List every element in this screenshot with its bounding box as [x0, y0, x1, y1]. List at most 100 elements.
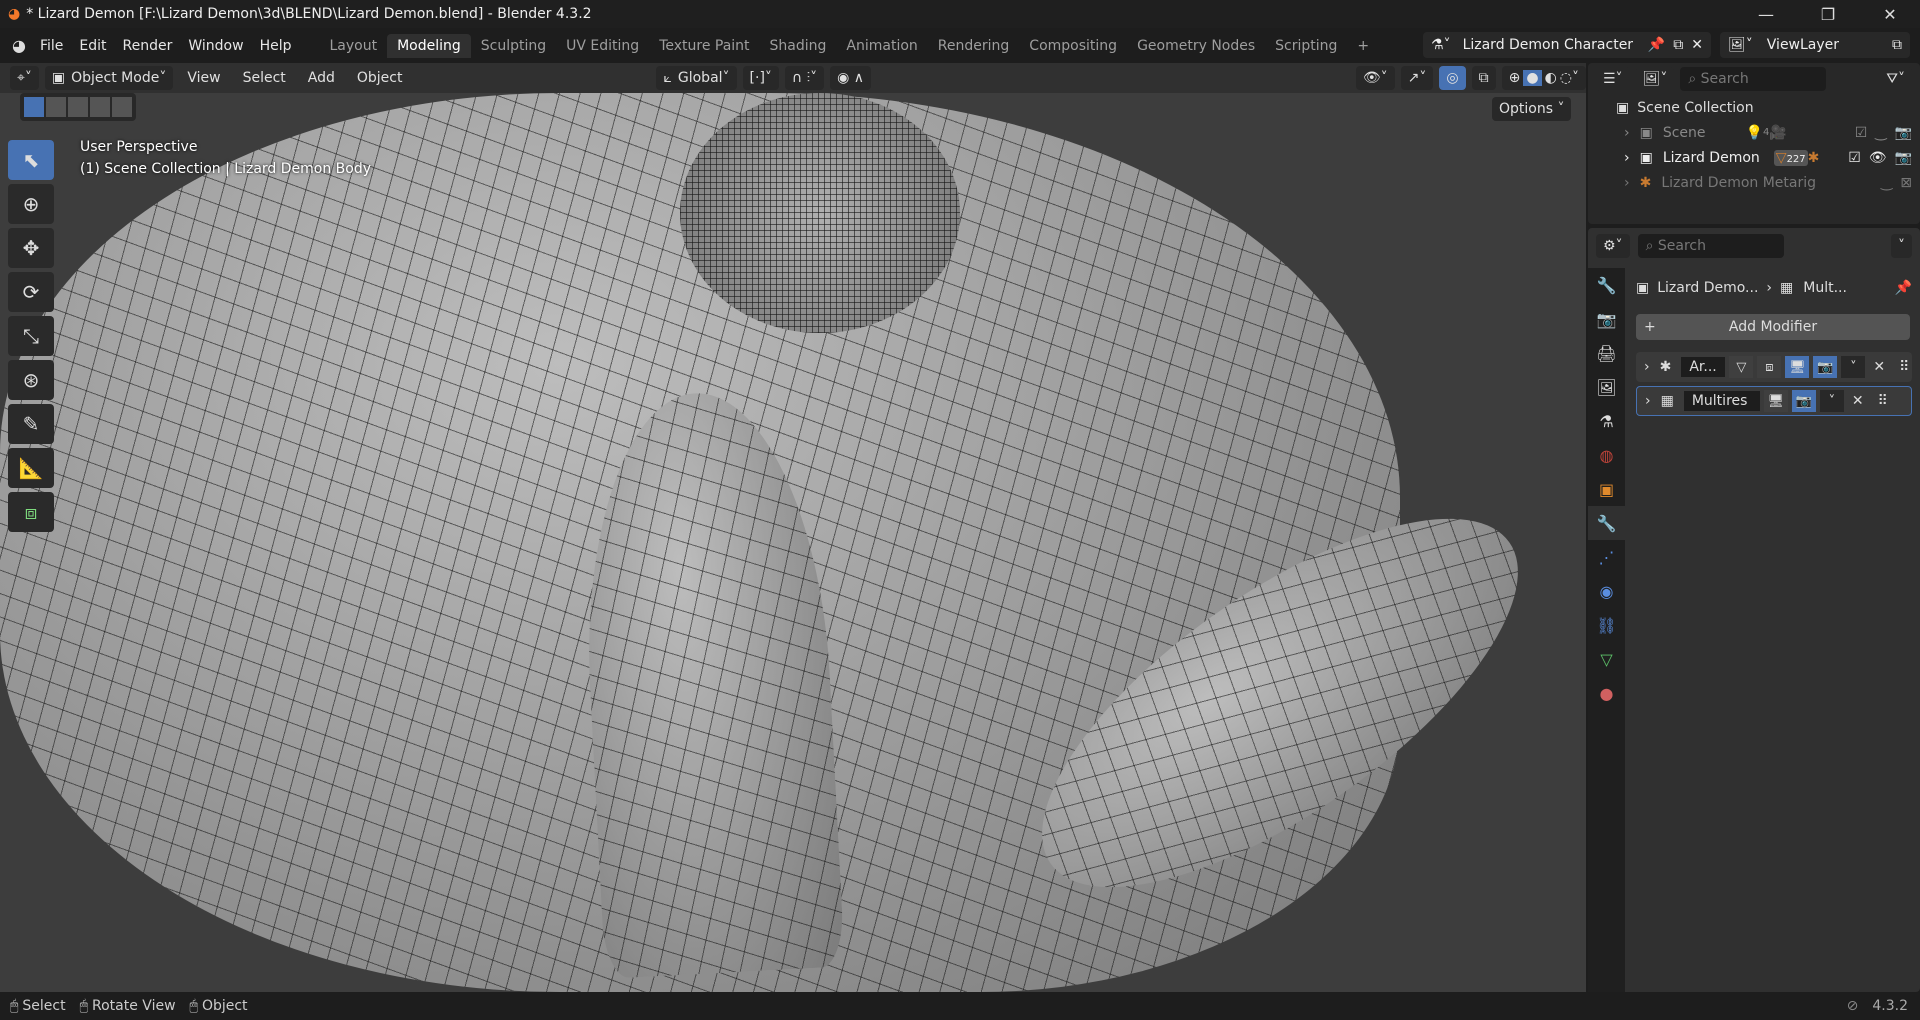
modifier-armature[interactable]: › ✱ Ar... ▽ ⧈ 🖥 📷 ˅ ✕ ⠿	[1636, 352, 1912, 382]
render-toggle-icon[interactable]: 📷	[1791, 390, 1816, 412]
render-icon[interactable]: 📷	[1895, 125, 1912, 141]
pin-icon[interactable]: 📌	[1895, 280, 1912, 296]
menu-help[interactable]: Help	[252, 38, 300, 54]
menu-add[interactable]: Add	[300, 70, 343, 86]
world-tab-icon[interactable]: ◍	[1588, 438, 1625, 472]
select-subtract-icon[interactable]	[68, 97, 88, 117]
gizmo-toggle[interactable]: ↗˅	[1400, 66, 1434, 90]
filter-dropdown[interactable]: ⛛˅	[1879, 67, 1912, 91]
menu-view[interactable]: View	[179, 70, 228, 86]
remove-modifier-icon[interactable]: ✕	[1873, 359, 1885, 375]
tab-scripting[interactable]: Scripting	[1265, 34, 1347, 58]
outliner-item-scene[interactable]: › ▣ Scene 💡 4 🎥 ☑ ‿ 📷	[1588, 120, 1920, 145]
3d-viewport[interactable]: Options ˅	[0, 93, 1586, 992]
expand-icon[interactable]: ›	[1624, 125, 1630, 141]
edit-mode-toggle-icon[interactable]: ▽	[1729, 356, 1754, 378]
measure-tool[interactable]: 📐	[8, 448, 54, 488]
tab-compositing[interactable]: Compositing	[1019, 34, 1127, 58]
drag-handle-icon[interactable]: ⠿	[1899, 359, 1909, 375]
options-dropdown[interactable]: ˅	[1891, 234, 1912, 258]
scale-tool[interactable]: ⤡	[8, 316, 54, 356]
scene-collection-row[interactable]: ▣ Scene Collection	[1588, 95, 1920, 120]
mode-dropdown[interactable]: ▣ Object Mode ˅	[44, 66, 174, 90]
constraints-tab-icon[interactable]: ⛓	[1588, 608, 1625, 642]
transform-tool[interactable]: ⊛	[8, 360, 54, 400]
tab-geometry-nodes[interactable]: Geometry Nodes	[1127, 34, 1265, 58]
blender-menu-icon[interactable]: ◕	[12, 36, 26, 55]
tab-uv-editing[interactable]: UV Editing	[556, 34, 649, 58]
select-new-icon[interactable]	[24, 97, 44, 117]
scene-name[interactable]: Lizard Demon Character	[1463, 37, 1634, 53]
overlay-toggle[interactable]: ◎	[1439, 66, 1466, 90]
menu-object[interactable]: Object	[349, 70, 411, 86]
select-intersect-icon[interactable]	[112, 97, 132, 117]
expand-icon[interactable]: ›	[1644, 359, 1650, 375]
rendered-shading-icon[interactable]: ◌	[1560, 70, 1572, 86]
solid-shading-icon[interactable]: ●	[1523, 70, 1542, 86]
render-icon[interactable]: 📷	[1895, 150, 1912, 166]
viewport-toggle-icon[interactable]: 🖥	[1763, 390, 1788, 412]
modifier-tab-icon[interactable]: 🔧	[1588, 506, 1625, 540]
outliner-item-metarig[interactable]: › ✱ Lizard Demon Metarig ‿ ⊠	[1588, 170, 1920, 195]
display-mode-dropdown[interactable]: ☰˅	[1596, 67, 1630, 91]
visibility-dropdown[interactable]: 👁˅	[1355, 66, 1395, 90]
xray-toggle[interactable]: ⧉	[1471, 66, 1496, 90]
properties-editor-type[interactable]: ⚙˅	[1596, 234, 1630, 258]
menu-edit[interactable]: Edit	[71, 38, 114, 54]
physics-tab-icon[interactable]: ◉	[1588, 574, 1625, 608]
add-modifier-button[interactable]: + Add Modifier	[1636, 314, 1910, 340]
expand-icon[interactable]: ›	[1624, 150, 1630, 166]
add-cube-tool[interactable]: ⧈	[8, 492, 54, 532]
maximize-button[interactable]: ❐	[1798, 0, 1858, 28]
drag-handle-icon[interactable]: ⠿	[1878, 393, 1888, 409]
material-tab-icon[interactable]: ●	[1588, 676, 1625, 710]
render-toggle-icon[interactable]: 📷	[1813, 356, 1838, 378]
add-workspace-button[interactable]: +	[1347, 34, 1379, 58]
output-tab-icon[interactable]: 🖨	[1588, 336, 1625, 370]
copy-view-layer-icon[interactable]: ⧉	[1892, 37, 1902, 53]
tab-texture-paint[interactable]: Texture Paint	[649, 34, 759, 58]
close-button[interactable]: ✕	[1860, 0, 1920, 28]
view-layer-filter-dropdown[interactable]: 🖼˅	[1635, 67, 1675, 91]
move-tool[interactable]: ✥	[8, 228, 54, 268]
tab-layout[interactable]: Layout	[320, 34, 388, 58]
expand-icon[interactable]: ›	[1645, 393, 1651, 409]
exclude-checkbox[interactable]: ☑	[1848, 150, 1861, 166]
editor-type-button[interactable]: ⌖˅	[10, 66, 39, 90]
delete-scene-icon[interactable]: ✕	[1691, 37, 1703, 53]
render-tab-icon[interactable]: 📷	[1588, 302, 1625, 336]
outliner-item-lizard-demon[interactable]: › ▣ Lizard Demon ▽227 ✱ ☑ 👁 📷	[1588, 145, 1920, 170]
menu-render[interactable]: Render	[115, 38, 181, 54]
proportional-edit-toggle[interactable]: ◉ ∧	[830, 66, 872, 90]
select-extend-icon[interactable]	[46, 97, 66, 117]
wireframe-shading-icon[interactable]: ⊕	[1509, 70, 1521, 86]
transform-orientation-dropdown[interactable]: ⟀ Global ˅	[656, 66, 737, 90]
select-invert-icon[interactable]	[90, 97, 110, 117]
tool-tab-icon[interactable]: 🔧	[1588, 268, 1625, 302]
modifier-menu-dropdown[interactable]: ˅	[1819, 390, 1844, 412]
modifier-multires[interactable]: › ▦ Multires 🖥 📷 ˅ ✕ ⠿	[1636, 386, 1912, 416]
particles-tab-icon[interactable]: ⋰	[1588, 540, 1625, 574]
rotate-tool[interactable]: ⟳	[8, 272, 54, 312]
snap-toggle[interactable]: ∩ ⫶˅	[784, 66, 825, 90]
menu-window[interactable]: Window	[180, 38, 251, 54]
hidden-icon[interactable]: ‿	[1881, 175, 1892, 191]
shading-modes[interactable]: ⊕ ● ◐ ◌ ˅	[1501, 66, 1586, 90]
tab-animation[interactable]: Animation	[836, 34, 927, 58]
options-dropdown[interactable]: Options ˅	[1492, 97, 1572, 121]
render-disabled-icon[interactable]: ⊠	[1900, 175, 1912, 191]
remove-modifier-icon[interactable]: ✕	[1852, 393, 1864, 409]
properties-search-input[interactable]: ⌕ Search	[1637, 234, 1784, 258]
scene-tab-icon[interactable]: ⚗	[1588, 404, 1625, 438]
select-box-tool[interactable]: ⬉	[8, 140, 54, 180]
modifier-name-field[interactable]: Ar...	[1681, 357, 1726, 377]
pin-icon[interactable]: 📌	[1648, 37, 1665, 53]
menu-select[interactable]: Select	[235, 70, 294, 86]
view-layer-selector[interactable]: 🖼˅ ViewLayer ⧉	[1720, 32, 1910, 58]
exclude-checkbox[interactable]: ☑	[1855, 125, 1868, 141]
visibility-icon[interactable]: 👁	[1869, 150, 1887, 166]
modifier-menu-dropdown[interactable]: ˅	[1841, 356, 1866, 378]
minimize-button[interactable]: —	[1736, 0, 1796, 28]
data-tab-icon[interactable]: ▽	[1588, 642, 1625, 676]
outliner-search-input[interactable]: ⌕ Search	[1680, 67, 1827, 91]
